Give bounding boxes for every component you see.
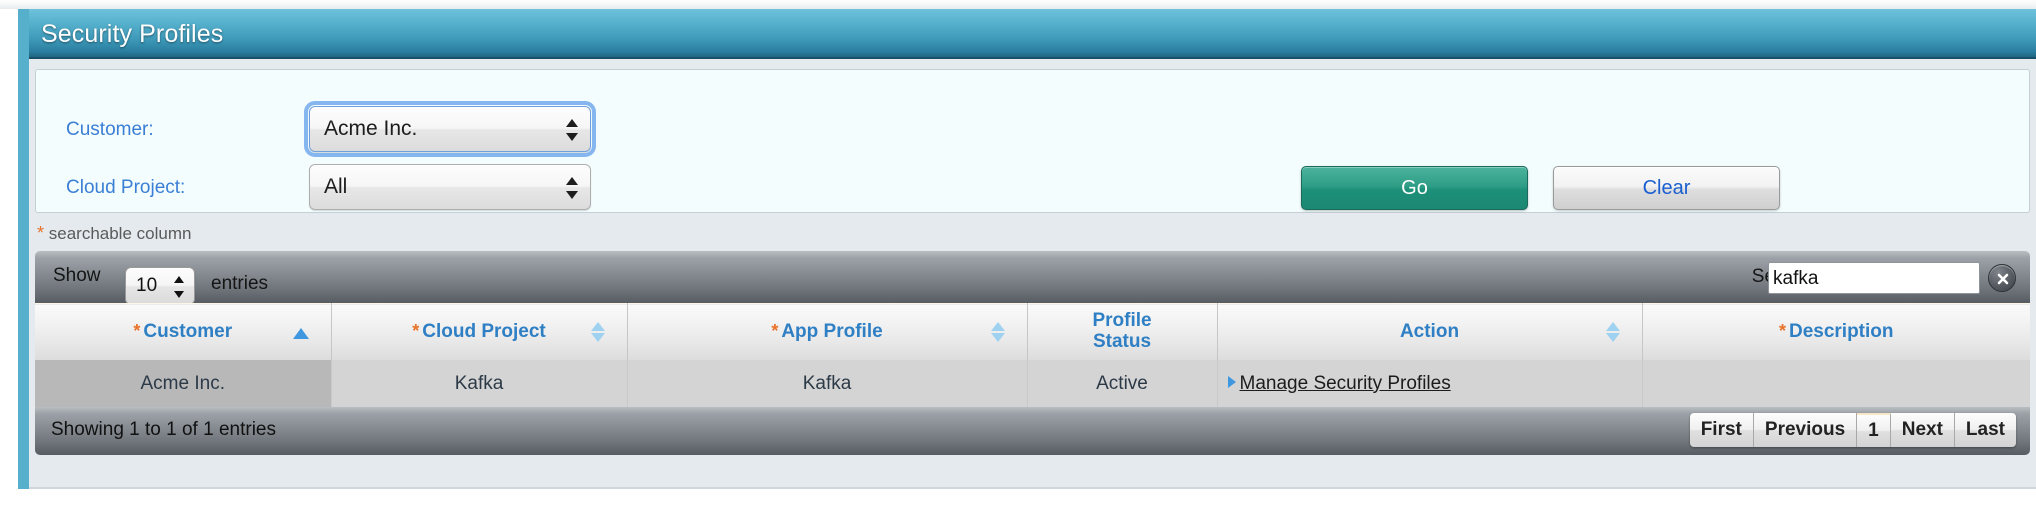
table-header-row: * Customer * Cloud Project * App Profile… bbox=[35, 303, 2030, 360]
column-header-label: Description bbox=[1788, 320, 1894, 342]
chevron-updown-icon bbox=[174, 275, 184, 299]
pagination-next[interactable]: Next bbox=[1890, 413, 1955, 447]
filter-card: Customer: Acme Inc. Cloud Project: All G… bbox=[35, 69, 2030, 213]
entries-label: entries bbox=[211, 273, 269, 294]
asterisk-marker: * bbox=[412, 320, 420, 341]
page-length-select[interactable]: 10 bbox=[125, 267, 195, 305]
datatable-toolbar: Show 10 entries Search kafka bbox=[35, 251, 2030, 305]
clear-search-icon[interactable] bbox=[1988, 264, 2016, 292]
asterisk-marker: * bbox=[771, 320, 779, 341]
triangle-bullet-icon bbox=[1227, 376, 1236, 389]
cell-app-profile: Kafka bbox=[627, 359, 1028, 408]
cell-customer: Acme Inc. bbox=[35, 359, 332, 408]
column-header-label: App Profile bbox=[781, 320, 883, 342]
column-header-label: Action bbox=[1399, 320, 1460, 342]
datatable-footer: Showing 1 to 1 of 1 entries First Previo… bbox=[35, 407, 2030, 455]
column-header-cloud-project[interactable]: * Cloud Project bbox=[331, 303, 628, 360]
sort-ascending-icon bbox=[292, 327, 309, 339]
searchable-column-note-text: searchable column bbox=[48, 224, 192, 243]
table-head: * Customer * Cloud Project * App Profile… bbox=[35, 303, 2030, 360]
cloud-project-select-value: All bbox=[324, 175, 348, 198]
page-length-value: 10 bbox=[136, 275, 158, 296]
column-header-label: Cloud Project bbox=[422, 320, 546, 342]
clear-button[interactable]: Clear bbox=[1553, 166, 1780, 210]
cell-cloud-project: Kafka bbox=[331, 359, 628, 408]
length-control: Show 10 entries bbox=[53, 265, 268, 305]
search-input[interactable]: kafka bbox=[1768, 262, 1980, 294]
datatable-table: * Customer * Cloud Project * App Profile… bbox=[35, 303, 2030, 408]
security-profiles-page: Security Profiles Customer: Acme Inc. Cl… bbox=[0, 9, 2036, 506]
datatable-table-wrap: * Customer * Cloud Project * App Profile… bbox=[35, 303, 2030, 408]
manage-security-profiles-link[interactable]: Manage Security Profiles bbox=[1240, 373, 1451, 394]
left-accent-rail bbox=[18, 9, 29, 489]
column-header-action[interactable]: Action bbox=[1217, 303, 1643, 360]
searchable-column-note: * searchable column bbox=[37, 223, 191, 244]
search-input-value: kafka bbox=[1773, 268, 1819, 289]
sort-both-icon bbox=[990, 320, 1005, 344]
column-header-profile-status[interactable]: Profile Status bbox=[1027, 303, 1218, 360]
asterisk-marker: * bbox=[1778, 320, 1786, 341]
panel-body: Customer: Acme Inc. Cloud Project: All G… bbox=[29, 59, 2036, 489]
go-button[interactable]: Go bbox=[1301, 166, 1528, 210]
customer-label: Customer: bbox=[66, 119, 154, 140]
column-header-description[interactable]: * Description bbox=[1642, 303, 2030, 360]
show-label: Show bbox=[53, 265, 101, 286]
cell-description bbox=[1642, 359, 2030, 408]
cell-profile-status: Active bbox=[1027, 359, 1218, 408]
pagination: First Previous 1 Next Last bbox=[1689, 413, 2016, 447]
pagination-previous[interactable]: Previous bbox=[1753, 413, 1858, 447]
cloud-project-select[interactable]: All bbox=[309, 164, 591, 210]
table-info: Showing 1 to 1 of 1 entries bbox=[51, 419, 276, 440]
column-header-app-profile[interactable]: * App Profile bbox=[627, 303, 1028, 360]
chevron-updown-icon bbox=[566, 175, 578, 201]
cloud-project-label: Cloud Project: bbox=[66, 177, 186, 198]
table-row[interactable]: Acme Inc. Kafka Kafka Active Manage Secu… bbox=[35, 359, 2030, 408]
panel-header: Security Profiles bbox=[29, 9, 2036, 59]
customer-select[interactable]: Acme Inc. bbox=[304, 101, 596, 157]
chevron-updown-icon bbox=[566, 117, 578, 143]
cell-action: Manage Security Profiles bbox=[1217, 359, 1643, 408]
column-header-label: Customer bbox=[143, 320, 233, 342]
pagination-last[interactable]: Last bbox=[1954, 413, 2016, 447]
page-title: Security Profiles bbox=[41, 20, 224, 48]
table-body: Acme Inc. Kafka Kafka Active Manage Secu… bbox=[35, 359, 2030, 408]
pagination-first[interactable]: First bbox=[1689, 413, 1754, 447]
sort-both-icon bbox=[1605, 320, 1620, 344]
asterisk-marker: * bbox=[133, 320, 141, 341]
column-header-label: Profile Status bbox=[1092, 309, 1152, 352]
customer-select-value: Acme Inc. bbox=[324, 117, 418, 140]
column-header-customer[interactable]: * Customer bbox=[35, 303, 332, 360]
security-profiles-datatable: Show 10 entries Search kafka bbox=[35, 251, 2030, 479]
asterisk-marker: * bbox=[37, 223, 45, 243]
pagination-page-1[interactable]: 1 bbox=[1857, 413, 1891, 447]
sort-both-icon bbox=[590, 320, 605, 344]
window-top-strip bbox=[0, 0, 2036, 9]
